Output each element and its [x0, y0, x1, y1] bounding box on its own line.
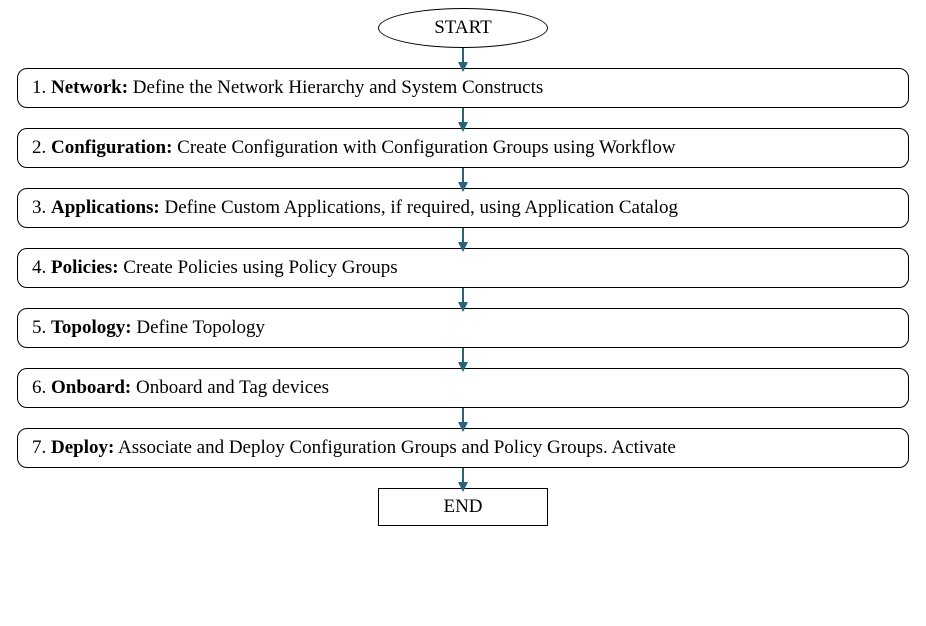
start-label: START: [434, 17, 492, 39]
end-label: END: [443, 496, 482, 518]
step-description: Associate and Deploy Configuration Group…: [114, 437, 675, 458]
step-description: Define the Network Hierarchy and System …: [128, 77, 543, 98]
step-box: 7. Deploy: Associate and Deploy Configur…: [17, 428, 909, 468]
step-description: Define Topology: [132, 317, 265, 338]
step-title: Configuration:: [51, 137, 172, 158]
step-number: 1.: [32, 77, 51, 98]
step-description: Onboard and Tag devices: [131, 377, 329, 398]
step-title: Topology:: [51, 317, 132, 338]
arrow-icon: [462, 48, 464, 68]
step-number: 2.: [32, 137, 51, 158]
arrow-icon: [462, 108, 464, 128]
step-box: 4. Policies: Create Policies using Polic…: [17, 248, 909, 288]
arrow-icon: [462, 348, 464, 368]
step-box: 1. Network: Define the Network Hierarchy…: [17, 68, 909, 108]
arrow-icon: [462, 468, 464, 488]
step-title: Onboard:: [51, 377, 131, 398]
arrow-icon: [462, 408, 464, 428]
arrow-icon: [462, 288, 464, 308]
step-description: Define Custom Applications, if required,…: [160, 197, 678, 218]
step-number: 5.: [32, 317, 51, 338]
step-title: Applications:: [51, 197, 160, 218]
step-number: 7.: [32, 437, 51, 458]
step-title: Deploy:: [51, 437, 114, 458]
arrow-icon: [462, 168, 464, 188]
step-box: 2. Configuration: Create Configuration w…: [17, 128, 909, 168]
step-number: 6.: [32, 377, 51, 398]
arrow-icon: [462, 228, 464, 248]
steps-container: 1. Network: Define the Network Hierarchy…: [10, 68, 916, 488]
step-title: Network:: [51, 77, 128, 98]
step-box: 6. Onboard: Onboard and Tag devices: [17, 368, 909, 408]
step-box: 3. Applications: Define Custom Applicati…: [17, 188, 909, 228]
step-box: 5. Topology: Define Topology: [17, 308, 909, 348]
step-number: 4.: [32, 257, 51, 278]
end-node: END: [378, 488, 548, 526]
step-number: 3.: [32, 197, 51, 218]
step-description: Create Policies using Policy Groups: [119, 257, 398, 278]
step-description: Create Configuration with Configuration …: [172, 137, 675, 158]
step-title: Policies:: [51, 257, 119, 278]
start-node: START: [378, 8, 548, 48]
